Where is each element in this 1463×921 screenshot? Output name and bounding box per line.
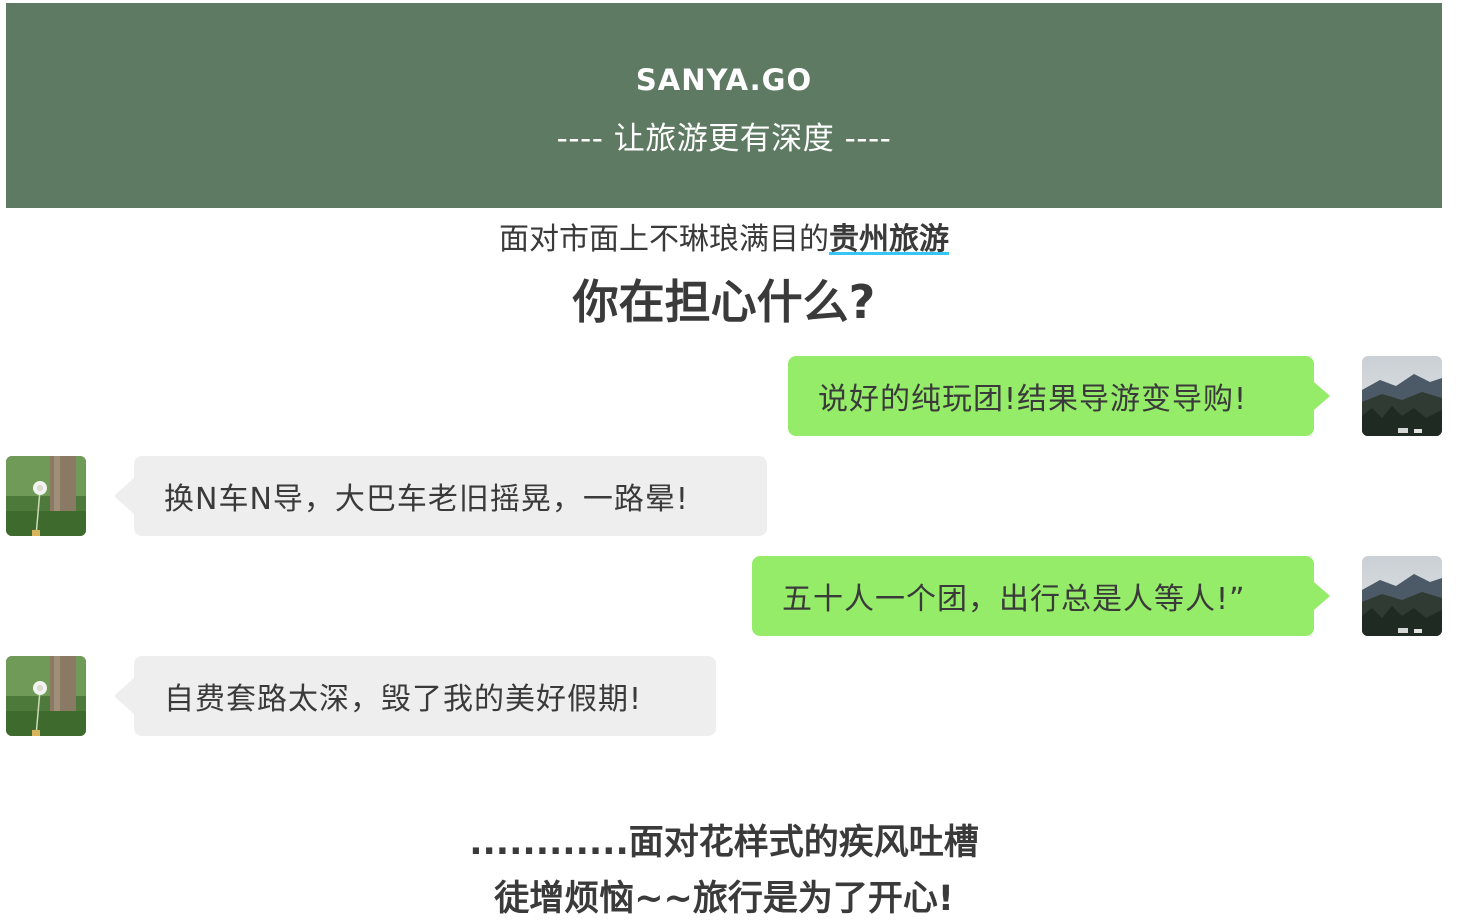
header-banner: SANYA.GO ---- 让旅游更有深度 ---- [6,3,1442,208]
dandelion-avatar-icon [6,456,86,536]
mountain-avatar-icon [1362,556,1442,636]
closing-line-2: 徒增烦恼~~旅行是为了开心! [494,879,954,919]
dandelion-avatar-icon [6,656,86,736]
brand-title: SANYA.GO [635,63,813,97]
section-heading: 你在担心什么? [572,275,876,329]
chat-message-text: 说好的纯玩团!结果导游变导购! [818,382,1248,417]
chat-bubble-left: 换N车N导，大巴车老旧摇晃，一路晕! [114,456,767,536]
chat-message-text: 五十人一个团，出行总是人等人!” [782,582,1246,617]
chat-bubble-right: 五十人一个团，出行总是人等人!” [752,556,1330,636]
chat-message-text: 换N车N导，大巴车老旧摇晃，一路晕! [164,482,689,517]
brand-slogan: ---- 让旅游更有深度 ---- [556,121,892,157]
intro-highlight-link[interactable]: 贵州旅游 [829,222,949,257]
chat-message-text: 自费套路太深，毁了我的美好假期! [164,682,643,717]
closing-line-1: ............面对花样式的疾风吐槽 [469,823,979,863]
mountain-avatar-icon [1362,356,1442,436]
intro-prefix: 面对市面上不琳琅满目的 [499,222,829,257]
chat-bubble-right: 说好的纯玩团!结果导游变导购! [788,356,1330,436]
chat-bubble-left: 自费套路太深，毁了我的美好假期! [114,656,716,736]
intro-text: 面对市面上不琳琅满目的贵州旅游 [0,214,1448,258]
